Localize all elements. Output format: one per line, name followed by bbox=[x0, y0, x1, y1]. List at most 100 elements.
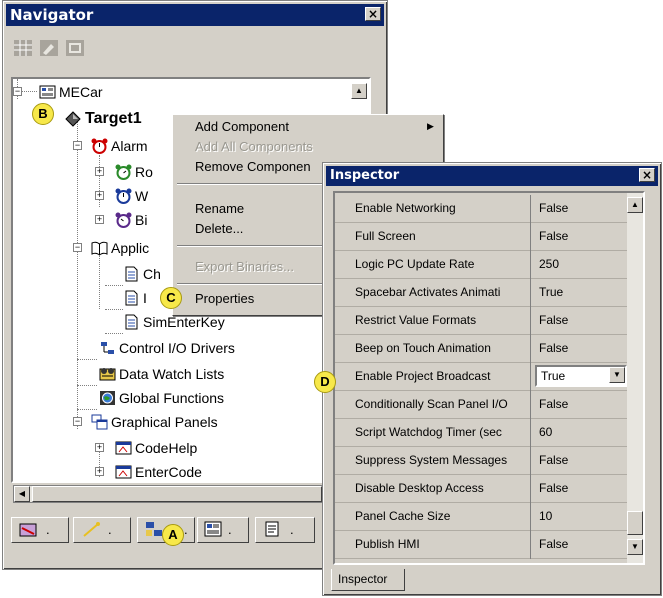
bottom-tab-4[interactable]: . bbox=[197, 517, 249, 543]
tree-scroll-up-button[interactable]: ▲ bbox=[351, 83, 367, 99]
property-name: Spacebar Activates Animati bbox=[335, 279, 531, 307]
property-row[interactable]: Full Screen False bbox=[335, 223, 631, 251]
property-row[interactable]: Script Watchdog Timer (sec 60 bbox=[335, 419, 631, 447]
property-row[interactable]: Panel Cache Size 10 bbox=[335, 503, 631, 531]
property-value[interactable]: 10 bbox=[535, 503, 631, 531]
collapse-toggle-mecar[interactable]: − bbox=[13, 87, 22, 96]
property-value[interactable]: 60 bbox=[535, 419, 631, 447]
property-row[interactable]: Beep on Touch Animation False bbox=[335, 335, 631, 363]
tree-node-alarm-child-2[interactable]: W bbox=[115, 185, 148, 205]
callout-a: A bbox=[162, 524, 184, 546]
inspector-title: Inspector bbox=[330, 168, 400, 183]
tree-horizontal-scrollbar[interactable]: ◀ bbox=[13, 485, 373, 503]
expand-toggle-alarm-child-1[interactable]: + bbox=[95, 167, 104, 176]
property-row[interactable]: Conditionally Scan Panel I/O False bbox=[335, 391, 631, 419]
inspector-tab[interactable]: Inspector bbox=[331, 569, 405, 591]
property-row[interactable]: Spacebar Activates Animati True bbox=[335, 279, 631, 307]
scroll-left-button[interactable]: ◀ bbox=[14, 486, 30, 502]
expand-toggle-alarm-child-3[interactable]: + bbox=[95, 215, 104, 224]
property-value[interactable]: False bbox=[535, 447, 631, 475]
tree-node-applic-child-1[interactable]: Ch bbox=[123, 263, 161, 283]
inspector-titlebar[interactable]: Inspector × bbox=[326, 166, 658, 186]
property-row[interactable]: Suppress System Messages False bbox=[335, 447, 631, 475]
expand-toggle-codehelp[interactable]: + bbox=[95, 443, 104, 452]
property-value[interactable]: False bbox=[535, 223, 631, 251]
bottom-tab-3-label: . bbox=[184, 522, 188, 537]
property-value[interactable]: False bbox=[535, 391, 631, 419]
property-value[interactable]: 250 bbox=[535, 251, 631, 279]
property-name: Script Watchdog Timer (sec bbox=[335, 419, 531, 447]
target-diamond-icon bbox=[65, 111, 82, 127]
property-value[interactable]: False bbox=[535, 475, 631, 503]
panel-icon bbox=[115, 464, 132, 480]
property-value-dropdown[interactable]: True ▼ bbox=[535, 365, 627, 387]
property-value[interactable]: False bbox=[535, 531, 631, 559]
property-value[interactable]: False bbox=[535, 335, 631, 363]
menu-item-delete[interactable]: Delete... bbox=[195, 219, 243, 239]
tree-node-global-functions[interactable]: Global Functions bbox=[99, 387, 224, 407]
tree-node-mecar[interactable]: MECar bbox=[39, 81, 103, 101]
bottom-tab-2[interactable]: . bbox=[73, 517, 131, 543]
grid-view-icon[interactable] bbox=[13, 39, 33, 57]
grid-scroll-down-button[interactable]: ▼ bbox=[627, 539, 643, 555]
collapse-toggle-alarm[interactable]: − bbox=[73, 141, 82, 150]
document-icon bbox=[123, 266, 140, 282]
tree-node-alarm[interactable]: Alarm bbox=[91, 135, 148, 155]
grid-scroll-up-button[interactable]: ▲ bbox=[627, 197, 643, 213]
collapse-toggle-applic[interactable]: − bbox=[73, 243, 82, 252]
dropdown-arrow-icon[interactable]: ▼ bbox=[609, 367, 625, 383]
grid-scroll-thumb[interactable] bbox=[627, 511, 643, 535]
tool-icon[interactable] bbox=[39, 39, 59, 57]
property-name: Suppress System Messages bbox=[335, 447, 531, 475]
property-value[interactable]: False bbox=[535, 307, 631, 335]
bottom-tab-1[interactable]: . bbox=[11, 517, 69, 543]
inspector-close-button[interactable]: × bbox=[639, 168, 655, 182]
panel-icon bbox=[115, 440, 132, 456]
tree-node-graphical-panels[interactable]: Graphical Panels bbox=[91, 411, 218, 431]
bottom-tab-5-label: . bbox=[290, 522, 294, 537]
tree-node-applic-child-2[interactable]: I bbox=[123, 287, 147, 307]
property-name: Enable Project Broadcast bbox=[335, 363, 531, 391]
tree-node-control-io-drivers[interactable]: Control I/O Drivers bbox=[99, 337, 235, 357]
expand-toggle-entercode[interactable]: + bbox=[95, 467, 104, 476]
property-value[interactable]: False bbox=[535, 195, 631, 223]
navigator-close-button[interactable]: × bbox=[365, 7, 381, 21]
navigator-titlebar[interactable]: Navigator × bbox=[6, 4, 384, 26]
navigator-title: Navigator bbox=[10, 6, 94, 24]
tree-node-target1[interactable]: Target1 bbox=[65, 109, 142, 129]
expand-toggle-alarm-child-2[interactable]: + bbox=[95, 191, 104, 200]
tree-node-alarm-child-1[interactable]: Ro bbox=[115, 161, 153, 181]
frame-icon[interactable] bbox=[65, 39, 85, 57]
property-grid-scrollbar[interactable]: ▲ ▼ bbox=[627, 193, 643, 563]
property-name: Full Screen bbox=[335, 223, 531, 251]
property-row[interactable]: Disable Desktop Access False bbox=[335, 475, 631, 503]
property-name: Restrict Value Formats bbox=[335, 307, 531, 335]
collapse-toggle-graphical-panels[interactable]: − bbox=[73, 417, 82, 426]
tree-node-entercode[interactable]: EnterCode bbox=[115, 461, 202, 481]
menu-item-remove-component[interactable]: Remove Componen bbox=[195, 157, 311, 177]
bottom-tab-2-label: . bbox=[108, 522, 112, 537]
property-grid[interactable]: Enable Networking False Full Screen False Lo… bbox=[333, 191, 645, 565]
alarm-clock-icon bbox=[91, 138, 108, 155]
property-row[interactable]: Enable Networking False bbox=[335, 195, 631, 223]
data-watch-icon bbox=[99, 366, 116, 382]
scroll-thumb[interactable] bbox=[32, 486, 322, 502]
property-row[interactable]: Logic PC Update Rate 250 bbox=[335, 251, 631, 279]
tree-node-data-watch-lists[interactable]: Data Watch Lists bbox=[99, 363, 224, 383]
property-row[interactable]: Restrict Value Formats False bbox=[335, 307, 631, 335]
project-icon bbox=[39, 84, 56, 100]
tree-node-alarm-child-3[interactable]: Bi bbox=[115, 209, 147, 229]
bottom-tab-1-label: . bbox=[46, 522, 50, 537]
property-value[interactable]: True bbox=[535, 279, 631, 307]
bottom-tab-5[interactable]: . bbox=[255, 517, 315, 543]
property-row[interactable]: Enable Project Broadcast True ▼ bbox=[335, 363, 631, 391]
tree-node-codehelp[interactable]: CodeHelp bbox=[115, 437, 197, 457]
property-row[interactable]: Publish HMI False bbox=[335, 531, 631, 559]
menu-item-export-binaries: Export Binaries... bbox=[195, 259, 294, 274]
menu-item-properties[interactable]: Properties bbox=[195, 289, 254, 309]
callout-c: C bbox=[160, 287, 182, 309]
callout-d: D bbox=[314, 371, 336, 393]
menu-item-rename[interactable]: Rename bbox=[195, 199, 244, 219]
menu-item-add-component[interactable]: Add Component bbox=[195, 117, 289, 137]
tree-node-applic[interactable]: Applic bbox=[91, 237, 149, 257]
